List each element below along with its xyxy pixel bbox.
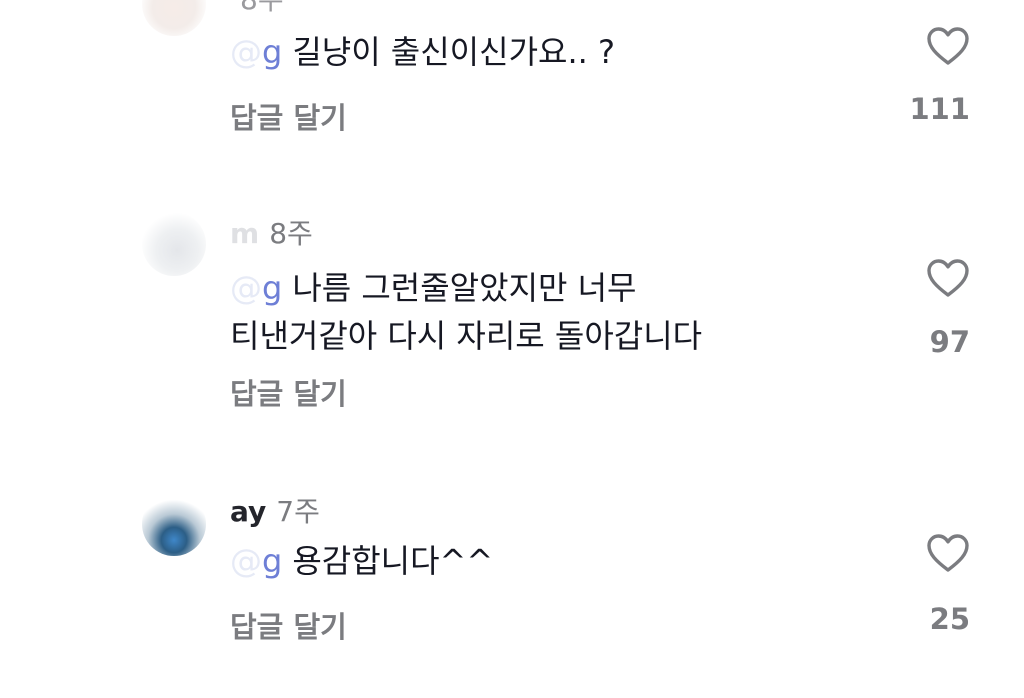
mention[interactable]: @g	[230, 542, 282, 580]
mention[interactable]: @g	[230, 33, 282, 71]
comment-meta: m 8주	[230, 212, 313, 252]
username-tail[interactable]: m	[230, 217, 259, 250]
avatar[interactable]	[142, 212, 206, 276]
comment-meta: ay 7주	[230, 490, 320, 530]
heart-outline-icon[interactable]	[926, 533, 970, 573]
comment-meta: 8주	[230, 0, 284, 18]
like-count: 111	[909, 92, 970, 126]
username-tail[interactable]: ay	[230, 495, 266, 528]
reply-button[interactable]: 답글 달기	[230, 95, 347, 137]
timestamp: 8주	[269, 217, 313, 250]
like-count: 25	[929, 602, 970, 636]
avatar[interactable]	[142, 492, 206, 556]
comment-body: 길냥이 출신이신가요.. ?	[292, 33, 615, 71]
timestamp: 8주	[240, 0, 284, 18]
comment-body: 용감합니다^^	[292, 542, 494, 580]
reply-button[interactable]: 답글 달기	[230, 371, 347, 413]
avatar[interactable]	[142, 0, 206, 36]
comment-text: @g 길냥이 출신이신가요.. ?	[230, 28, 615, 76]
heart-outline-icon[interactable]	[926, 26, 970, 66]
heart-outline-icon[interactable]	[926, 258, 970, 298]
timestamp: 7주	[276, 495, 320, 528]
comment-body: 나름 그런줄알았지만 너무	[292, 269, 637, 307]
comment-body-line2: 티낸거같아 다시 자리로 돌아갑니다	[230, 317, 703, 355]
mention[interactable]: @g	[230, 269, 282, 307]
reply-button[interactable]: 답글 달기	[230, 604, 347, 646]
like-count: 97	[929, 325, 970, 359]
comment-text: @g 용감합니다^^	[230, 537, 493, 585]
comment-text: @g 나름 그런줄알았지만 너무 티낸거같아 다시 자리로 돌아갑니다	[230, 264, 702, 360]
